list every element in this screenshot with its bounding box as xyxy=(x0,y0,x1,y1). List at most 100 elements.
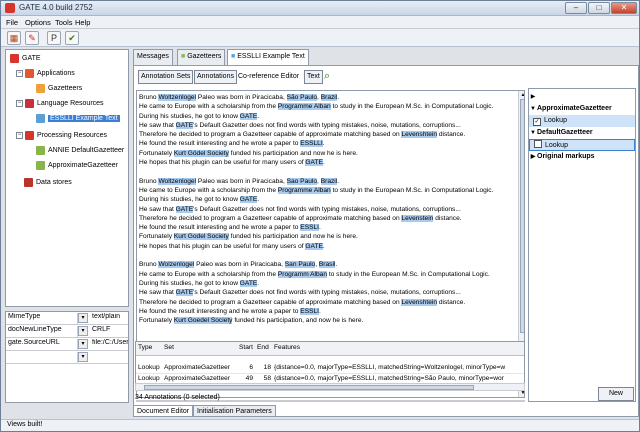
annotation-highlight[interactable]: GATE xyxy=(239,279,258,287)
tab-gazetteers[interactable]: ■ Gazetteers xyxy=(177,49,226,65)
search-icon[interactable]: ⌕ xyxy=(324,70,330,84)
annotation-highlight[interactable]: GATE xyxy=(305,242,323,250)
tree-language-resources[interactable]: − Language Resources xyxy=(16,98,104,109)
processing-icon[interactable]: P xyxy=(47,31,61,45)
annotation-highlight[interactable]: São Paulo xyxy=(286,94,318,101)
annotation-highlight[interactable]: ESSLI xyxy=(300,224,319,232)
collapse-icon[interactable]: − xyxy=(16,132,23,139)
collapse-icon[interactable]: − xyxy=(16,70,23,77)
text-line: He hopes that his plugin can be useful f… xyxy=(139,158,515,167)
property-row[interactable]: gate.SourceURL ▾ file:/C:/User xyxy=(6,338,128,351)
annotation-highlight[interactable]: Programm Alban xyxy=(277,270,328,278)
annotation-highlight[interactable]: Woltzenlogel xyxy=(158,177,197,185)
tree-processing-resources[interactable]: − Processing Resources xyxy=(16,130,107,141)
tab-messages[interactable]: Messages xyxy=(133,49,173,65)
text-run: He came to Europe with a scholarship fro… xyxy=(139,103,278,111)
toolbar: ▦ ✎ P ✔ xyxy=(1,29,639,47)
annotation-highlight[interactable]: Brasil xyxy=(318,261,336,269)
annotation-highlight[interactable]: GATE xyxy=(239,196,258,204)
scroll-thumb[interactable] xyxy=(144,385,474,390)
annotation-highlight[interactable]: Kurt Godel Society xyxy=(173,233,229,241)
tree-essli-example-text[interactable]: ESSLLI Example Text xyxy=(36,113,120,124)
close-button[interactable]: ✕ xyxy=(611,2,637,14)
coref-editor-button[interactable]: Co-reference Editor xyxy=(238,70,299,84)
new-annotation-set-button[interactable]: New xyxy=(598,387,634,401)
checkbox-checked[interactable]: ✓ xyxy=(533,118,541,126)
annotation-highlight[interactable]: ESSLI xyxy=(300,307,319,315)
tree-gazetteers[interactable]: Gazetteers xyxy=(36,83,82,94)
annotation-highlight[interactable]: Kurt Gödel Society xyxy=(173,149,229,157)
annotation-highlight[interactable]: Wolzenlogel xyxy=(158,261,195,269)
annotation-highlight[interactable]: Brazil xyxy=(320,94,338,101)
annotation-highlight[interactable]: Levenstein xyxy=(401,214,434,222)
annotation-highlight[interactable]: GATE xyxy=(175,121,194,129)
property-row[interactable]: ▾ xyxy=(6,351,128,364)
dropdown-icon[interactable]: ▾ xyxy=(78,313,88,323)
text-line: Bruno Wolzenlogel Paleo was born in Pira… xyxy=(139,260,515,269)
annotation-highlight[interactable]: Levenshtein xyxy=(401,298,438,306)
menu-file[interactable]: File xyxy=(6,18,18,27)
set-approximate-gazetteer[interactable]: ▼ApproximateGazetteer xyxy=(529,103,635,115)
tree-approximate-gazetteer[interactable]: ApproximateGazetteer xyxy=(36,160,118,171)
scroll-thumb[interactable] xyxy=(520,99,524,333)
annotation-highlight[interactable]: GATE xyxy=(305,159,323,167)
text-line: Therefore he decided to program a Gazett… xyxy=(139,130,515,139)
annotation-highlight[interactable]: Brazil xyxy=(320,177,338,185)
tree-annie-gazetteer[interactable]: ANNIE DefaultGazetteer xyxy=(36,145,124,156)
minimize-button[interactable]: – xyxy=(565,2,587,14)
property-row[interactable]: MimeType ▾ text/plain xyxy=(6,312,128,325)
set-original-markups[interactable]: ▶ Original markups xyxy=(529,151,635,163)
scroll-up-icon[interactable]: ▲ xyxy=(519,91,524,99)
dropdown-icon[interactable]: ▾ xyxy=(78,339,88,349)
annotation-highlight[interactable]: Levenshtein xyxy=(401,131,438,139)
property-row[interactable]: docNewLineType ▾ CRLF xyxy=(6,325,128,338)
annotation-highlight[interactable]: San Paulo xyxy=(284,261,316,269)
text-line: He saw that GATE's Default Gazetter does… xyxy=(139,205,515,214)
text-line: During his studies, he got to know GATE. xyxy=(139,195,515,204)
menu-options[interactable]: Options xyxy=(25,18,51,27)
annotation-sets-button[interactable]: Annotation Sets xyxy=(138,70,194,84)
collapse-icon[interactable]: − xyxy=(16,100,23,107)
annotation-highlight[interactable]: Kurt Goedel Society xyxy=(173,317,233,325)
datastore-icon xyxy=(24,178,33,187)
annotation-highlight[interactable]: Woltzenlogel xyxy=(158,94,197,101)
tab-document-editor[interactable]: Document Editor xyxy=(133,405,194,417)
tree-data-stores[interactable]: Data stores xyxy=(24,177,72,188)
table-row[interactable]: Lookup ApproximateGazetteer 6 18 {distan… xyxy=(136,363,524,374)
text-run: to study in the European M.Sc. in Comput… xyxy=(327,270,490,278)
set-default-gazetteer[interactable]: ▼DefaultGazetteer xyxy=(529,127,635,139)
annotation-highlight[interactable]: Programme Alban xyxy=(277,103,331,111)
type-lookup-approx[interactable]: ✓ Lookup xyxy=(529,115,635,127)
annotation-highlight[interactable]: GATE xyxy=(175,205,194,213)
datastore-icon[interactable]: ✔ xyxy=(65,31,79,45)
default-set-row[interactable]: ▶ xyxy=(529,91,635,103)
text-run: Bruno xyxy=(139,261,159,269)
annotation-highlight[interactable]: Sao Paulo xyxy=(286,177,318,185)
load-application-icon[interactable]: ▦ xyxy=(7,31,21,45)
annotation-highlight[interactable]: GATE xyxy=(239,112,258,120)
tree-root-gate[interactable]: GATE xyxy=(10,53,41,64)
text-run: Therefore he decided to program a Gazett… xyxy=(139,131,402,139)
text-button[interactable]: Text xyxy=(304,70,323,84)
annotation-highlight[interactable]: Programme Alban xyxy=(277,186,331,194)
new-resource-icon[interactable]: ✎ xyxy=(25,31,39,45)
annotation-highlight[interactable]: ESSLLI xyxy=(300,140,323,148)
tab-essli-example-text[interactable]: ■ ESSLLI Example Text xyxy=(227,49,309,66)
annotation-highlight[interactable]: GATE xyxy=(175,289,194,297)
menu-help[interactable]: Help xyxy=(75,18,90,27)
text-line: Therefore he decided to program a Gazett… xyxy=(139,298,515,307)
checkbox[interactable] xyxy=(534,140,542,148)
triangle-icon: ▶ xyxy=(530,154,536,160)
dropdown-icon[interactable]: ▾ xyxy=(78,352,88,362)
tree-applications[interactable]: − Applications xyxy=(16,68,75,79)
table-horizontal-scrollbar[interactable] xyxy=(135,383,525,391)
tab-initialisation-parameters[interactable]: Initialisation Parameters xyxy=(193,405,276,417)
status-bar: Views built! xyxy=(1,419,639,431)
text-run: He saw that xyxy=(139,205,176,213)
processing-resources-icon xyxy=(25,131,34,140)
maximize-button[interactable]: □ xyxy=(588,2,610,14)
annotations-button[interactable]: Annotations xyxy=(194,70,237,84)
dropdown-icon[interactable]: ▾ xyxy=(78,326,88,336)
type-lookup-default[interactable]: Lookup xyxy=(529,139,635,151)
menu-tools[interactable]: Tools xyxy=(55,18,73,27)
